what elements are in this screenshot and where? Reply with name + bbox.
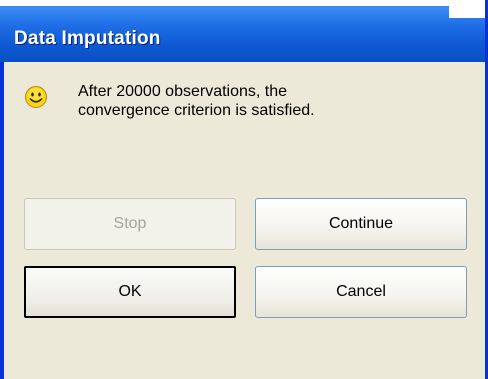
cancel-button[interactable]: Cancel bbox=[255, 266, 467, 318]
title-bar[interactable]: Data Imputation bbox=[0, 0, 485, 62]
title-bar-corner bbox=[449, 0, 485, 18]
dialog-message: After 20000 observations, the convergenc… bbox=[78, 82, 315, 120]
window-title: Data Imputation bbox=[14, 28, 161, 49]
data-imputation-dialog: Data Imputation After 20000 observations… bbox=[0, 0, 488, 379]
message-line-1: After 20000 observations, the bbox=[78, 83, 288, 100]
message-line-2: convergence criterion is satisfied. bbox=[78, 102, 315, 119]
ok-button[interactable]: OK bbox=[24, 266, 236, 318]
window-left-border bbox=[0, 62, 4, 379]
stop-button[interactable]: Stop bbox=[24, 198, 236, 250]
smiley-icon bbox=[25, 86, 47, 108]
continue-button[interactable]: Continue bbox=[255, 198, 467, 250]
title-bar-top-edge bbox=[0, 0, 485, 6]
